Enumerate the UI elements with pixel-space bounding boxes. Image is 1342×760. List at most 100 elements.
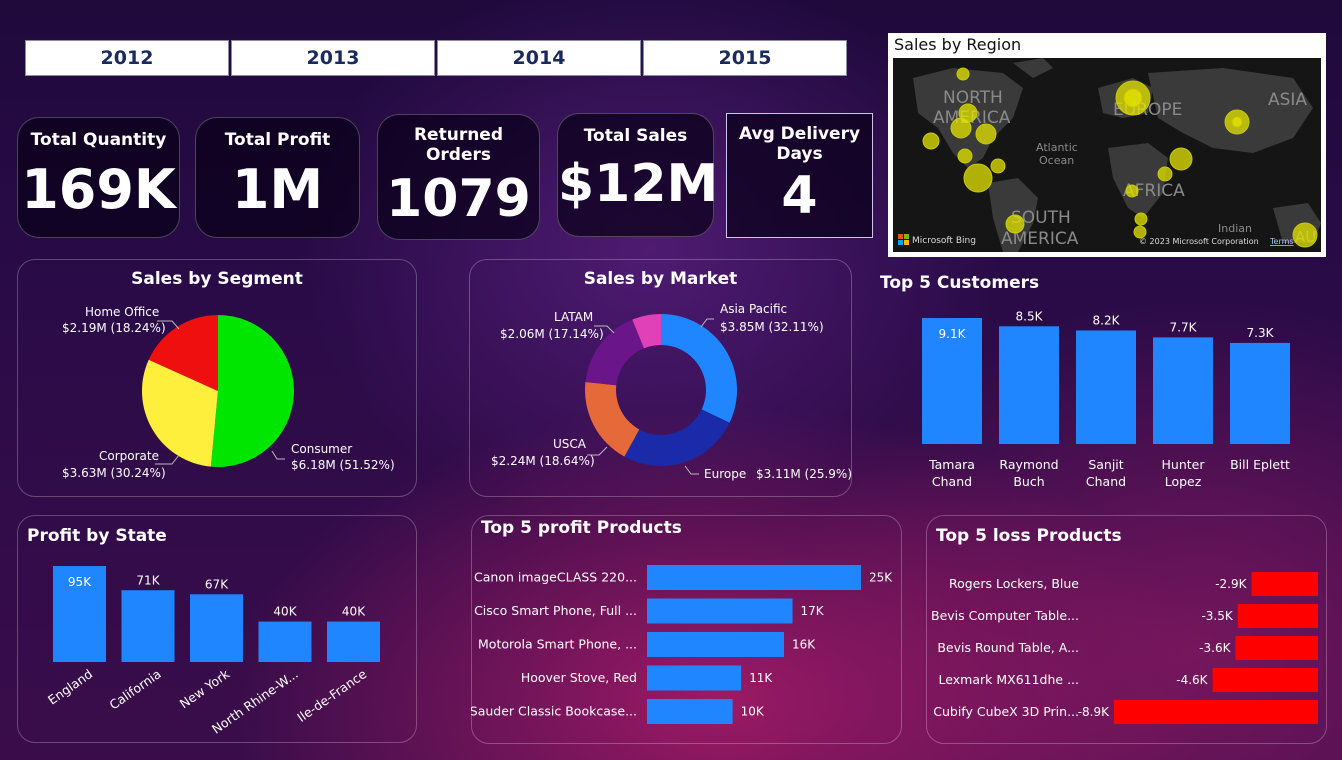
market-chart: Asia Pacific $3.85M (32.11%) LATAM $2.06… (491, 302, 852, 481)
profit-product-bar[interactable] (647, 699, 733, 724)
map-bubble[interactable] (957, 148, 973, 164)
map-bubble[interactable] (963, 163, 993, 193)
kpi-returned-orders-label-1: Returned (413, 125, 504, 145)
segment-slice-consumer[interactable] (210, 315, 295, 467)
loss-products-chart: -2.9K -3.5K -3.6K -4.6K -8.9K Rogers Lockers… (931, 572, 1318, 724)
segment-label-consumer-value: $6.18M (51.52%) (291, 458, 395, 472)
profit-product-bar[interactable] (647, 598, 793, 624)
market-label-latam-value: $2.06M (17.14%) (500, 327, 604, 341)
kpi-avg-delivery-value: 4 (781, 166, 818, 226)
loss-product-bar[interactable] (1235, 636, 1318, 660)
market-label-asia-pacific-value: $3.85M (32.11%) (720, 320, 824, 334)
kpi-avg-delivery-label-1: Avg Delivery (738, 124, 861, 144)
map-bubble[interactable] (1134, 212, 1148, 226)
segment-label-corporate-name: Corporate (99, 449, 159, 463)
customer-category-label: Bill Eplett (1230, 457, 1290, 472)
customer-bar[interactable] (1153, 337, 1213, 444)
kpi-total-profit-value: 1M (231, 158, 324, 221)
map-label-indian: Indian (1218, 222, 1252, 235)
kpi-returned-orders-value: 1079 (386, 169, 531, 229)
year-2014-button[interactable]: 2014 (437, 40, 641, 76)
profit-product-bar[interactable] (647, 565, 861, 590)
loss-product-bar[interactable] (1114, 700, 1318, 724)
kpi-avg-delivery-label-2: Days (776, 144, 823, 164)
loss-product-value-label: -3.6K (1199, 641, 1231, 655)
profit-products-chart: 25K 17K 16K 11K 10K Canon imageCLASS 220... C… (471, 565, 893, 724)
map-canvas[interactable]: NORTH AMERICA EUROPE ASIA AFRICA SOUTH A… (893, 58, 1321, 252)
map-bubble[interactable] (990, 158, 1006, 174)
kpi-total-profit: Total Profit 1M (195, 117, 360, 238)
state-value-label: 71K (136, 573, 160, 587)
market-label-asia-pacific-name: Asia Pacific (720, 302, 787, 316)
map-label-asia: ASIA (1268, 90, 1307, 110)
map-bubble[interactable] (1123, 88, 1143, 108)
map-bubble[interactable] (975, 123, 997, 145)
kpi-returned-orders-label-2: Orders (425, 145, 492, 165)
state-category-label: England (45, 666, 95, 707)
state-bar[interactable] (190, 594, 243, 662)
map-panel: Sales by Region NORTH AMERICA EUROPE ASI… (888, 33, 1326, 257)
loss-product-value-label: -3.5K (1201, 609, 1233, 623)
kpi-total-sales: Total Sales $12M (557, 113, 719, 237)
state-bar[interactable] (258, 621, 312, 662)
loss-product-bar[interactable] (1251, 572, 1318, 596)
state-chart: 95K 71K 67K 40K 40K England California New Yor… (45, 566, 380, 737)
map-bubble[interactable] (956, 67, 970, 81)
map-terms-link[interactable]: Terms (1269, 237, 1294, 246)
map-bubble[interactable] (950, 117, 972, 139)
loss-product-bar[interactable] (1237, 604, 1318, 628)
year-2013-button[interactable]: 2013 (231, 40, 435, 76)
microsoft-logo-icon (898, 234, 909, 245)
loss-product-value-label: -2.9K (1215, 577, 1247, 591)
customer-bar[interactable] (1076, 330, 1136, 444)
year-2012-button[interactable]: 2012 (25, 40, 229, 76)
map-bubble[interactable] (1169, 147, 1193, 171)
market-label-europe-name: Europe (704, 467, 746, 481)
kpi-total-sales-value: $12M (558, 154, 719, 214)
state-bar[interactable] (327, 621, 380, 662)
customer-category-label: Sanjit Chand (1086, 457, 1126, 489)
map-label-atlantic-2: Ocean (1039, 154, 1074, 167)
customer-value-label: 8.2K (1093, 313, 1121, 327)
state-bar[interactable] (121, 590, 175, 662)
customer-category-label: Tamara Chand (928, 457, 975, 489)
world-map[interactable]: NORTH AMERICA EUROPE ASIA AFRICA SOUTH A… (893, 58, 1321, 252)
map-bubble[interactable] (1231, 116, 1243, 128)
customer-bar[interactable] (999, 326, 1059, 444)
loss-product-value-label: -4.6K (1176, 673, 1208, 687)
loss-product-category-label: Lexmark MX611dhe ... (939, 672, 1079, 687)
profit-product-value-label: 11K (749, 671, 773, 685)
map-copyright: © 2023 Microsoft Corporation (1139, 237, 1259, 246)
state-category-label: New York (177, 666, 233, 712)
customer-value-label: 7.3K (1247, 326, 1275, 340)
loss-product-category-label: Rogers Lockers, Blue (949, 576, 1079, 591)
kpi-total-sales-label: Total Sales (583, 126, 688, 146)
profit-product-bar[interactable] (647, 665, 742, 691)
profit-product-value-label: 10K (741, 705, 765, 719)
profit-product-category-label: Hoover Stove, Red (521, 670, 637, 685)
year-2015-button[interactable]: 2015 (643, 40, 847, 76)
map-bubble[interactable] (922, 132, 940, 150)
profit-product-bar[interactable] (647, 632, 784, 657)
profit-product-category-label: Canon imageCLASS 220... (474, 570, 637, 585)
market-label-usca-name: USCA (553, 437, 587, 451)
kpi-avg-delivery-days: Avg Delivery Days 4 (726, 113, 873, 238)
map-bubble[interactable] (1125, 184, 1139, 198)
loss-product-value-label: -8.9K (1078, 705, 1110, 719)
loss-product-category-label: Cubify CubeX 3D Prin... (933, 704, 1079, 719)
loss-product-bar[interactable] (1212, 668, 1318, 692)
profit-product-value-label: 16K (792, 638, 816, 652)
profit-product-value-label: 25K (869, 571, 893, 585)
kpi-total-quantity-value: 169K (21, 158, 176, 221)
market-label-latam-name: LATAM (554, 310, 593, 324)
map-bubble[interactable] (1005, 214, 1025, 234)
customer-bar[interactable] (1230, 342, 1290, 444)
profit-product-category-label: Cisco Smart Phone, Full ... (474, 603, 637, 618)
map-bing-label: Microsoft Bing (912, 236, 976, 246)
state-category-label: Ile-de-France (294, 666, 369, 725)
market-slice-europe[interactable] (624, 409, 730, 466)
loss-product-category-label: Bevis Computer Table... (931, 608, 1079, 623)
map-bubble[interactable] (1157, 166, 1173, 182)
customer-category-label: Hunter Lopez (1162, 457, 1206, 489)
map-bubble[interactable] (1292, 222, 1318, 248)
